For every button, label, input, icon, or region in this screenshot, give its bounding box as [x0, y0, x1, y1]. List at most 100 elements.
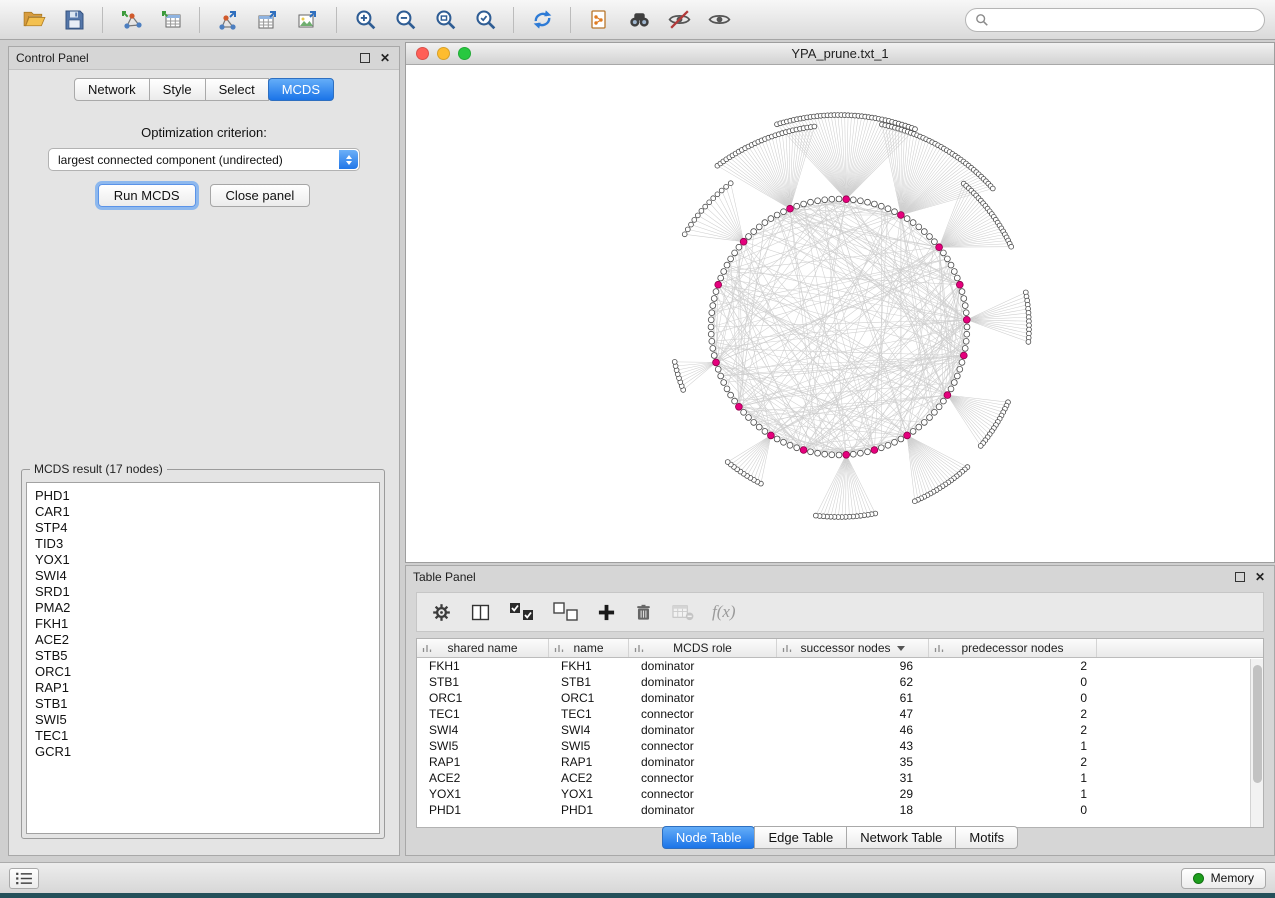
table-row[interactable]: RAP1RAP1dominator352	[417, 754, 1263, 770]
mcds-result-item[interactable]: CAR1	[27, 504, 379, 520]
search-box[interactable]	[965, 8, 1265, 32]
mcds-result-item[interactable]: STB5	[27, 648, 379, 664]
find-network-button[interactable]	[625, 6, 653, 34]
refresh-view-button[interactable]	[528, 6, 556, 34]
column-header-name[interactable]: name	[549, 639, 629, 657]
table-cell: connector	[629, 739, 777, 753]
mcds-result-item[interactable]: STP4	[27, 520, 379, 536]
export-network-button[interactable]	[214, 6, 242, 34]
select-all-button[interactable]	[509, 599, 535, 625]
table-scrollbar[interactable]	[1250, 659, 1263, 827]
tab-mcds[interactable]: MCDS	[268, 78, 334, 101]
table-row[interactable]: FKH1FKH1dominator962	[417, 658, 1263, 674]
table-cell: 43	[777, 739, 929, 753]
deselect-all-button[interactable]	[553, 599, 579, 625]
mcds-result-item[interactable]: TEC1	[27, 728, 379, 744]
column-header-predecessor-nodes[interactable]: predecessor nodes	[929, 639, 1097, 657]
memory-button[interactable]: Memory	[1181, 868, 1266, 889]
zoom-in-button[interactable]	[351, 6, 379, 34]
mcds-result-item[interactable]: ACE2	[27, 632, 379, 648]
table-row[interactable]: SWI4SWI4dominator462	[417, 722, 1263, 738]
mcds-result-item[interactable]: PMA2	[27, 600, 379, 616]
table-cell: FKH1	[549, 659, 629, 673]
sort-icon	[554, 643, 565, 654]
mcds-result-item[interactable]: RAP1	[27, 680, 379, 696]
export-table-button[interactable]	[254, 6, 282, 34]
refresh-icon	[530, 7, 555, 32]
eye-icon	[707, 7, 732, 32]
table-cell: dominator	[629, 755, 777, 769]
table-row[interactable]: STB1STB1dominator620	[417, 674, 1263, 690]
mcds-result-item[interactable]: GCR1	[27, 744, 379, 760]
search-input[interactable]	[995, 13, 1255, 27]
close-control-panel-button[interactable]: ✕	[378, 51, 392, 65]
criterion-dropdown[interactable]: largest connected component (undirected)	[48, 148, 360, 171]
zoom-out-button[interactable]	[391, 6, 419, 34]
control-panel-body: NetworkStyleSelectMCDS Optimization crit…	[9, 69, 399, 855]
table-mode-button[interactable]	[431, 599, 452, 625]
table-cell: 0	[929, 675, 1097, 689]
table-row[interactable]: YOX1YOX1connector291	[417, 786, 1263, 802]
mcds-result-item[interactable]: SWI5	[27, 712, 379, 728]
close-mcds-panel-button[interactable]: Close panel	[210, 184, 311, 207]
tab-select[interactable]: Select	[205, 78, 269, 101]
column-header-successor-nodes[interactable]: successor nodes	[777, 639, 929, 657]
float-table-panel-button[interactable]	[1233, 570, 1247, 584]
table-row[interactable]: ACE2ACE2connector311	[417, 770, 1263, 786]
import-network-button[interactable]	[117, 6, 145, 34]
table-tab-edge-table[interactable]: Edge Table	[754, 826, 847, 849]
table-row[interactable]: ORC1ORC1dominator610	[417, 690, 1263, 706]
memory-label: Memory	[1211, 871, 1254, 885]
delete-table-button[interactable]	[671, 599, 694, 625]
delete-column-button[interactable]	[634, 599, 653, 625]
mcds-result-item[interactable]: SWI4	[27, 568, 379, 584]
zoom-fit-button[interactable]	[431, 6, 459, 34]
tab-network[interactable]: Network	[74, 78, 150, 101]
run-mcds-button[interactable]: Run MCDS	[98, 184, 196, 207]
save-session-button[interactable]	[60, 6, 88, 34]
show-details-button[interactable]	[705, 6, 733, 34]
table-row[interactable]: TEC1TEC1connector472	[417, 706, 1263, 722]
table-cell: dominator	[629, 723, 777, 737]
table-cell: 31	[777, 771, 929, 785]
mcds-result-item[interactable]: YOX1	[27, 552, 379, 568]
report-button[interactable]	[585, 6, 613, 34]
table-cell: ACE2	[549, 771, 629, 785]
window-close-button[interactable]	[416, 47, 429, 60]
table-tab-motifs[interactable]: Motifs	[955, 826, 1018, 849]
column-header-shared-name[interactable]: shared name	[417, 639, 549, 657]
mcds-result-item[interactable]: TID3	[27, 536, 379, 552]
status-menu-button[interactable]	[9, 868, 39, 889]
zoom-selected-button[interactable]	[471, 6, 499, 34]
mcds-result-item[interactable]: STB1	[27, 696, 379, 712]
network-svg[interactable]	[406, 65, 1274, 562]
show-columns-button[interactable]	[470, 599, 491, 625]
sort-icon	[934, 643, 945, 654]
table-tab-node-table[interactable]: Node Table	[662, 826, 756, 849]
table-cell: RAP1	[417, 755, 549, 769]
function-builder-button[interactable]: f(x)	[712, 599, 736, 625]
hide-details-button[interactable]	[665, 6, 693, 34]
float-control-panel-button[interactable]	[358, 51, 372, 65]
open-folder-icon	[22, 7, 47, 32]
import-table-button[interactable]	[157, 6, 185, 34]
mcds-result-item[interactable]: PHD1	[27, 488, 379, 504]
mcds-result-item[interactable]: FKH1	[27, 616, 379, 632]
tab-style[interactable]: Style	[149, 78, 206, 101]
mcds-result-item[interactable]: ORC1	[27, 664, 379, 680]
mcds-result-item[interactable]: SRD1	[27, 584, 379, 600]
open-session-button[interactable]	[20, 6, 48, 34]
mcds-action-buttons: Run MCDS Close panel	[9, 184, 399, 207]
scrollbar-thumb[interactable]	[1253, 665, 1262, 783]
table-row[interactable]: PHD1PHD1dominator180	[417, 802, 1263, 818]
column-header-MCDS-role[interactable]: MCDS role	[629, 639, 777, 657]
new-column-button[interactable]	[597, 599, 616, 625]
close-table-panel-button[interactable]: ✕	[1253, 570, 1267, 584]
gear-icon	[431, 602, 452, 623]
table-tab-network-table[interactable]: Network Table	[846, 826, 956, 849]
window-minimize-button[interactable]	[437, 47, 450, 60]
window-zoom-button[interactable]	[458, 47, 471, 60]
export-image-button[interactable]	[294, 6, 322, 34]
table-row[interactable]: SWI5SWI5connector431	[417, 738, 1263, 754]
table-cell: dominator	[629, 675, 777, 689]
